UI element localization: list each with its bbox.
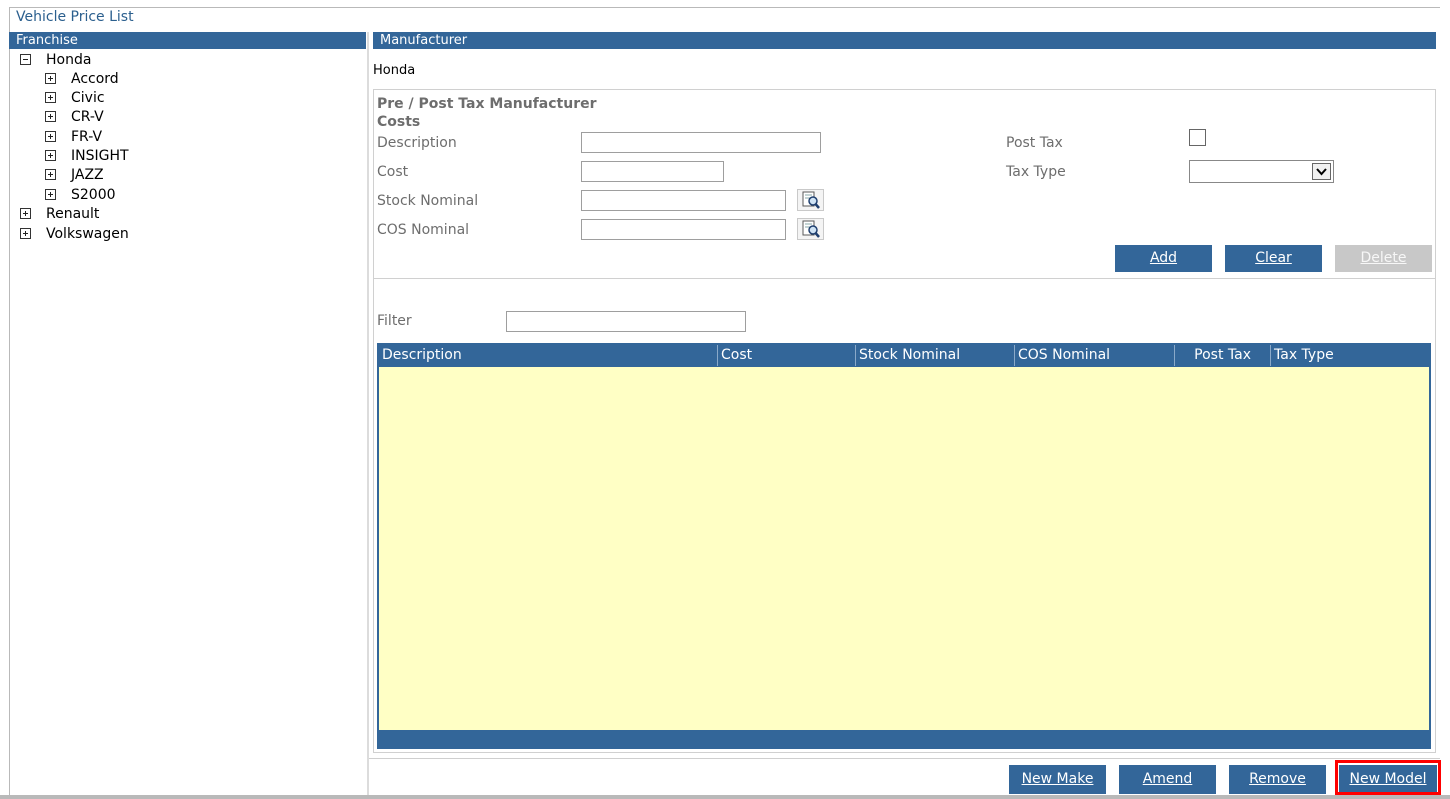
column-header-description[interactable]: Description	[379, 345, 718, 366]
franchise-header: Franchise	[9, 32, 366, 49]
expand-icon[interactable]	[45, 150, 56, 161]
column-header-cos-nominal[interactable]: COS Nominal	[1014, 345, 1175, 366]
post-tax-checkbox[interactable]	[1189, 129, 1206, 146]
tree-node-label[interactable]: S2000	[71, 187, 116, 203]
column-header-cost[interactable]: Cost	[717, 345, 856, 366]
cost-input[interactable]	[581, 161, 724, 182]
costs-section-title: Pre / Post Tax Manufacturer Costs	[377, 96, 597, 130]
stock-nominal-lookup-button[interactable]	[797, 189, 824, 211]
filter-label: Filter	[377, 313, 412, 329]
magnifier-icon	[802, 191, 820, 209]
tree-node-label[interactable]: JAZZ	[71, 167, 104, 183]
filter-input[interactable]	[506, 311, 746, 332]
tree-node-label[interactable]: Renault	[46, 206, 99, 222]
description-input[interactable]	[581, 132, 821, 153]
grid-body[interactable]	[379, 367, 1429, 730]
magnifier-icon	[802, 220, 820, 238]
footer-divider	[369, 758, 1440, 759]
expand-icon[interactable]	[20, 228, 31, 239]
tree-node-label[interactable]: FR-V	[71, 129, 102, 145]
manufacturer-header: Manufacturer	[373, 32, 1436, 49]
tree-node-label[interactable]: Volkswagen	[46, 226, 129, 242]
post-tax-label: Post Tax	[1006, 135, 1063, 151]
column-header-stock-nominal[interactable]: Stock Nominal	[855, 345, 1015, 366]
bottom-strip	[0, 795, 1450, 799]
cos-nominal-label: COS Nominal	[377, 222, 470, 238]
expand-icon[interactable]	[45, 73, 56, 84]
expand-icon[interactable]	[45, 169, 56, 180]
collapse-icon[interactable]	[20, 54, 31, 65]
tree-node-label[interactable]: CR-V	[71, 109, 104, 125]
panel-divider[interactable]	[367, 32, 369, 795]
description-label: Description	[377, 135, 457, 151]
section-divider	[374, 278, 1435, 279]
amend-button[interactable]: Amend	[1119, 765, 1216, 794]
stock-nominal-input[interactable]	[581, 190, 786, 211]
tree-node-label[interactable]: INSIGHT	[71, 148, 129, 164]
column-header-tax-type[interactable]: Tax Type	[1270, 345, 1429, 366]
expand-icon[interactable]	[45, 189, 56, 200]
remove-button[interactable]: Remove	[1229, 765, 1326, 794]
tax-type-label: Tax Type	[1006, 164, 1066, 180]
tree-node-label[interactable]: Civic	[71, 90, 105, 106]
clear-button[interactable]: Clear	[1225, 245, 1322, 272]
expand-icon[interactable]	[45, 131, 56, 142]
manufacturer-name: Honda	[373, 63, 416, 78]
expand-icon[interactable]	[45, 92, 56, 103]
column-header-post-tax[interactable]: Post Tax	[1174, 345, 1271, 366]
delete-button[interactable]: Delete	[1335, 245, 1432, 272]
tax-type-select[interactable]	[1189, 160, 1334, 183]
expand-icon[interactable]	[45, 111, 56, 122]
add-button[interactable]: Add	[1115, 245, 1212, 272]
chevron-down-icon[interactable]	[1312, 163, 1331, 180]
app-title: Vehicle Price List	[16, 9, 134, 25]
new-make-button[interactable]: New Make	[1009, 765, 1106, 794]
cos-nominal-lookup-button[interactable]	[797, 218, 824, 240]
cos-nominal-input[interactable]	[581, 219, 786, 240]
tree-node-label[interactable]: Accord	[71, 71, 119, 87]
expand-icon[interactable]	[20, 208, 31, 219]
new-model-highlight	[1335, 760, 1441, 795]
cost-label: Cost	[377, 164, 409, 180]
stock-nominal-label: Stock Nominal	[377, 193, 479, 209]
tree-node-label[interactable]: Honda	[46, 52, 91, 68]
